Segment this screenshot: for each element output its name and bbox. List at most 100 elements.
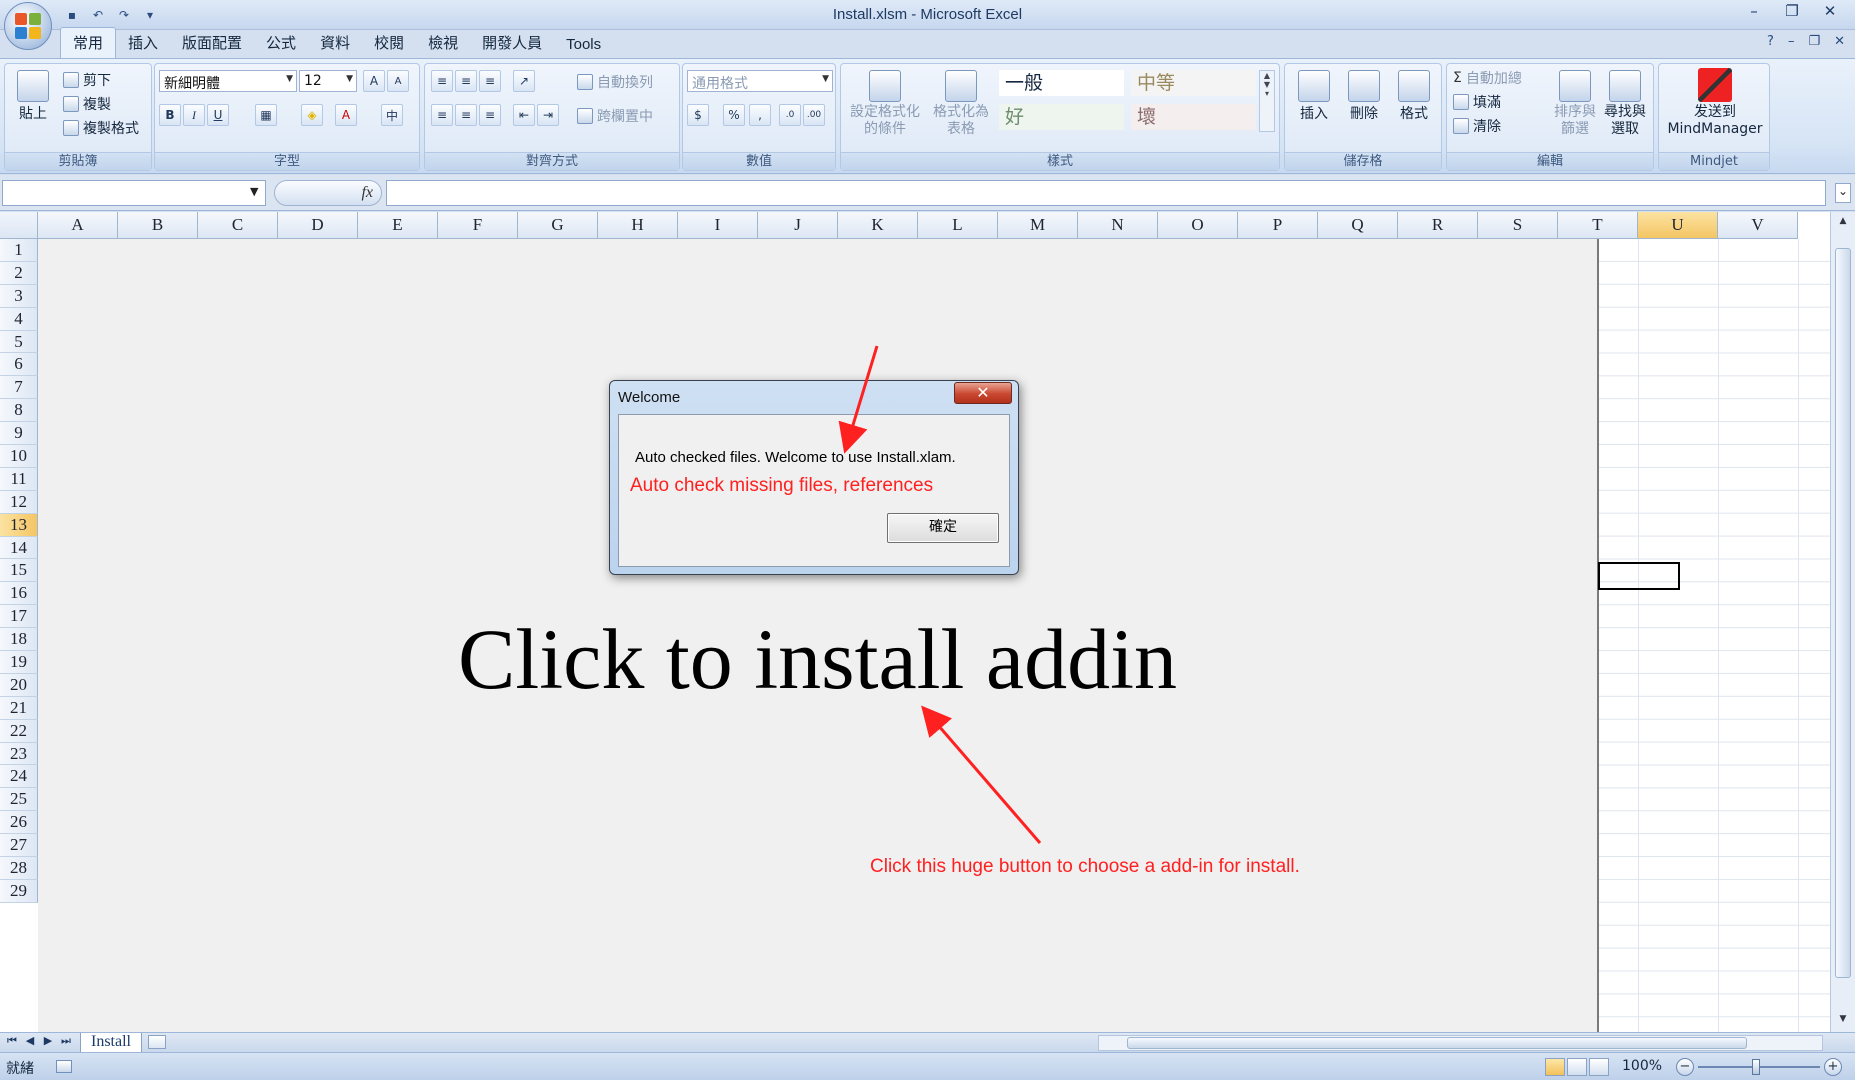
column-header-i[interactable]: I — [678, 212, 758, 239]
formula-input[interactable] — [386, 180, 1826, 206]
number-format-combo[interactable]: 通用格式 ▼ — [687, 70, 833, 92]
maximize-icon[interactable]: ❐ — [1775, 0, 1809, 22]
font-name-combo[interactable]: 新細明體 ▼ — [159, 70, 297, 92]
row-header-3[interactable]: 3 — [0, 284, 38, 308]
align-left-icon[interactable]: ≡ — [431, 104, 453, 126]
autosum-button[interactable]: Σ 自動加總 — [1453, 68, 1522, 88]
column-header-v[interactable]: V — [1718, 212, 1798, 239]
dialog-close-icon[interactable]: ✕ — [954, 382, 1012, 404]
styles-gallery-scroll[interactable]: ▲ ▼ ▾ — [1259, 70, 1275, 132]
tab-home[interactable]: 常用 — [60, 27, 117, 58]
column-header-a[interactable]: A — [38, 212, 118, 239]
column-header-o[interactable]: O — [1158, 212, 1238, 239]
horizontal-scrollbar[interactable] — [1098, 1035, 1823, 1051]
vertical-scroll-thumb[interactable] — [1835, 248, 1851, 978]
delete-cells-button[interactable]: 刪除 — [1341, 70, 1387, 123]
help-icon[interactable]: ? — [1767, 34, 1774, 49]
orientation-icon[interactable]: ↗ — [513, 70, 535, 92]
zoom-in-icon[interactable]: + — [1824, 1058, 1842, 1076]
column-header-k[interactable]: K — [838, 212, 918, 239]
wrap-text-button[interactable]: 自動換列 — [577, 72, 653, 92]
cut-button[interactable]: 剪下 — [63, 70, 111, 90]
ok-button[interactable]: 確定 — [887, 513, 999, 543]
ribbon-minimize-icon[interactable]: – — [1788, 34, 1795, 49]
active-cell[interactable] — [1598, 562, 1680, 590]
row-header-8[interactable]: 8 — [0, 399, 38, 423]
format-painter-button[interactable]: 複製格式 — [63, 118, 139, 138]
column-header-g[interactable]: G — [518, 212, 598, 239]
align-top-icon[interactable]: ≡ — [431, 70, 453, 92]
row-header-19[interactable]: 19 — [0, 651, 38, 674]
font-color-icon[interactable]: A — [335, 104, 357, 126]
insert-cells-button[interactable]: 插入 — [1291, 70, 1337, 123]
tab-tools[interactable]: Tools — [554, 32, 613, 58]
row-header-5[interactable]: 5 — [0, 330, 38, 354]
column-header-p[interactable]: P — [1238, 212, 1318, 239]
select-all-corner[interactable] — [0, 212, 38, 239]
copy-button[interactable]: 複製 — [63, 94, 111, 114]
shrink-font-button[interactable]: A — [387, 70, 409, 92]
column-header-e[interactable]: E — [358, 212, 438, 239]
fill-button[interactable]: 填滿 — [1453, 92, 1501, 112]
sort-filter-button[interactable]: 排序與 篩選 — [1551, 70, 1599, 138]
macro-record-icon[interactable] — [56, 1060, 72, 1073]
conditional-formatting-button[interactable]: 設定格式化 的條件 — [847, 70, 923, 138]
style-good[interactable]: 好 — [999, 104, 1124, 130]
column-header-h[interactable]: H — [598, 212, 678, 239]
row-header-15[interactable]: 15 — [0, 559, 38, 583]
tab-insert[interactable]: 插入 — [116, 28, 170, 58]
align-center-icon[interactable]: ≡ — [455, 104, 477, 126]
border-button[interactable]: ▦ — [255, 104, 277, 126]
column-header-j[interactable]: J — [758, 212, 838, 239]
page-break-view-icon[interactable] — [1589, 1058, 1609, 1076]
row-header-22[interactable]: 22 — [0, 719, 38, 743]
row-header-10[interactable]: 10 — [0, 445, 38, 468]
find-select-button[interactable]: 尋找與 選取 — [1601, 70, 1649, 138]
row-header-14[interactable]: 14 — [0, 536, 38, 560]
decrease-indent-icon[interactable]: ⇤ — [513, 104, 535, 126]
fill-color-icon[interactable]: ◈ — [301, 104, 323, 126]
tab-page-layout[interactable]: 版面配置 — [170, 28, 254, 58]
style-normal[interactable]: 一般 — [999, 70, 1124, 96]
tab-data[interactable]: 資料 — [308, 28, 362, 58]
row-header-2[interactable]: 2 — [0, 261, 38, 285]
horizontal-scroll-thumb[interactable] — [1127, 1037, 1747, 1049]
tab-review[interactable]: 校閱 — [362, 28, 416, 58]
grow-font-button[interactable]: A — [363, 70, 385, 92]
next-sheet-icon[interactable]: ▶ — [40, 1034, 56, 1048]
format-cells-button[interactable]: 格式 — [1391, 70, 1437, 123]
increase-decimal-icon[interactable]: .0 — [779, 104, 801, 126]
row-header-6[interactable]: 6 — [0, 353, 38, 377]
row-header-18[interactable]: 18 — [0, 628, 38, 652]
scroll-up-icon[interactable]: ▲ — [1836, 216, 1850, 230]
bold-button[interactable]: B — [159, 104, 181, 126]
paste-button[interactable]: 貼上 — [11, 70, 55, 123]
send-to-mindmanager-button[interactable]: 发送到 MindManager — [1663, 68, 1767, 138]
row-header-20[interactable]: 20 — [0, 673, 38, 697]
column-header-q[interactable]: Q — [1318, 212, 1398, 239]
row-header-7[interactable]: 7 — [0, 376, 38, 400]
increase-indent-icon[interactable]: ⇥ — [537, 104, 559, 126]
column-header-t[interactable]: T — [1558, 212, 1638, 239]
row-header-24[interactable]: 24 — [0, 765, 38, 789]
first-sheet-icon[interactable]: ⏮ — [4, 1034, 20, 1048]
column-header-c[interactable]: C — [198, 212, 278, 239]
row-header-17[interactable]: 17 — [0, 605, 38, 629]
row-header-12[interactable]: 12 — [0, 490, 38, 514]
font-size-combo[interactable]: 12 ▼ — [299, 70, 357, 92]
zoom-level[interactable]: 100% — [1622, 1058, 1662, 1074]
ribbon-restore-icon[interactable]: ❐ — [1808, 34, 1820, 49]
percent-button[interactable]: % — [723, 104, 745, 126]
merge-center-button[interactable]: 跨欄置中 — [577, 106, 653, 126]
expand-formula-icon[interactable]: ⌄ — [1835, 183, 1851, 203]
install-addin-button[interactable]: Click to install addin — [38, 239, 1599, 1032]
column-header-s[interactable]: S — [1478, 212, 1558, 239]
style-neutral[interactable]: 中等 — [1131, 70, 1256, 96]
tab-view[interactable]: 檢視 — [416, 28, 470, 58]
row-header-25[interactable]: 25 — [0, 788, 38, 812]
zoom-out-icon[interactable]: − — [1676, 1058, 1694, 1076]
row-header-29[interactable]: 29 — [0, 879, 38, 903]
chevron-down-icon[interactable]: ▼ — [250, 185, 258, 198]
column-header-b[interactable]: B — [118, 212, 198, 239]
normal-view-icon[interactable] — [1545, 1058, 1565, 1076]
